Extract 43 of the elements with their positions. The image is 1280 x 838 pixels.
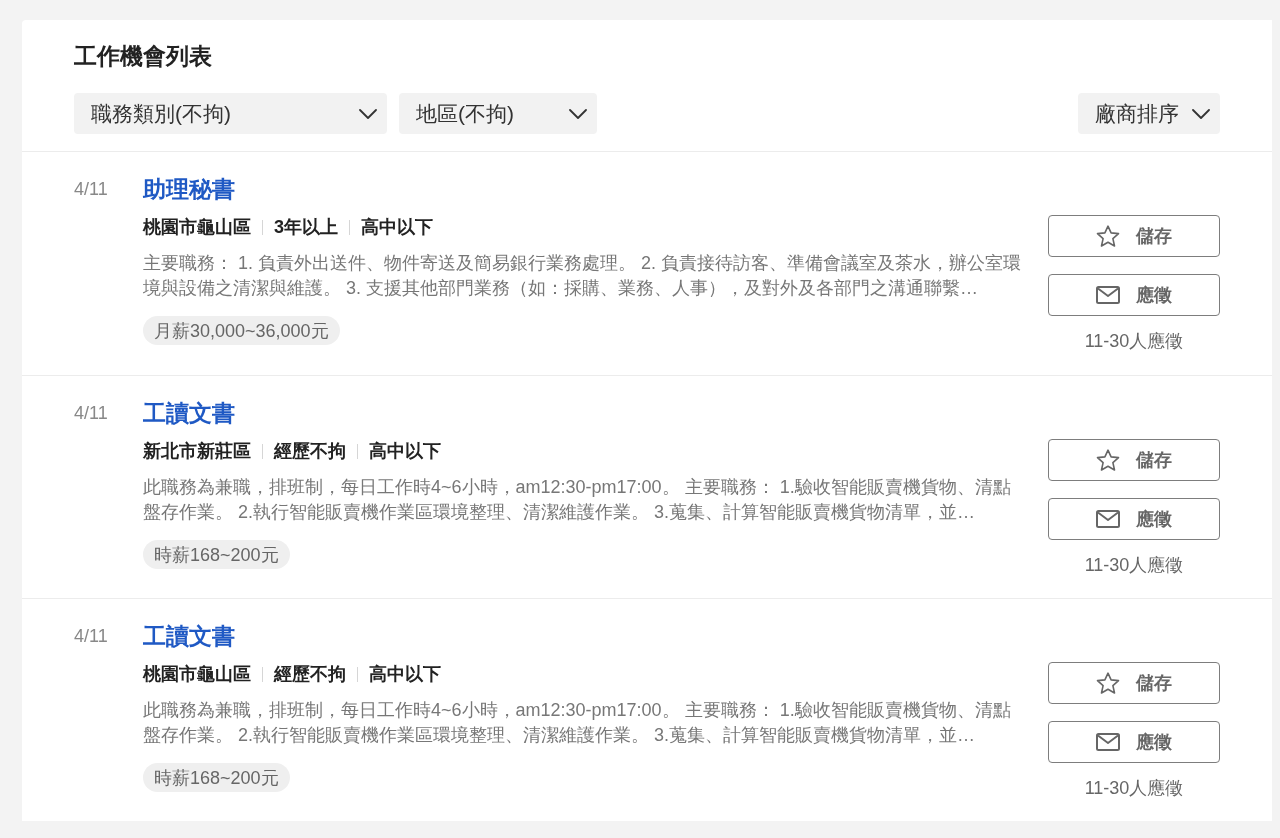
chevron-down-icon [1192, 108, 1210, 119]
post-date: 4/11 [74, 178, 109, 201]
chevron-down-icon [359, 108, 377, 119]
job-meta-text: 新北市新莊區 [143, 440, 251, 463]
job-title-link[interactable]: 助理秘書 [143, 174, 235, 204]
applicant-count: 11-30人應徵 [1084, 554, 1184, 576]
sort-dropdown[interactable]: 廠商排序 [1078, 93, 1220, 134]
job-meta-text: 桃園市龜山區 [143, 663, 251, 686]
post-date: 4/11 [74, 625, 109, 648]
star-icon [1096, 448, 1120, 472]
job-description: 此職務為兼職，排班制，每日工作時4~6小時，am12:30-pm17:00。 主要職務： 1.驗收智能販賣機貨物、清點盤存作業。 2.執行智能販賣機作業區環境整理、清潔維護作業。 3.蒐集、計算智能販賣機貨物清單，並… [143, 476, 1012, 524]
star-icon [1096, 224, 1120, 248]
chevron-down-icon [569, 108, 587, 119]
job-description: 主要職務： 1. 負責外出送件、物件寄送及簡易銀行業務處理。 2. 負責接待訪客、準備會議室及茶水，辦公室環境與設備之清潔與維護。 3. 支援其他部門業務（如：採購、業務、人事），及對外及各部門之溝通聯繫… [143, 252, 1023, 300]
star-icon [1096, 671, 1120, 695]
job-meta-text: 高中以下 [361, 216, 433, 239]
apply-button[interactable]: 應徵 [1048, 721, 1220, 763]
job-meta-text: 桃園市龜山區 [143, 216, 251, 239]
job-title-link[interactable]: 工讀文書 [143, 621, 235, 651]
job-meta-text: 3年以上 [274, 216, 338, 239]
save-button[interactable]: 儲存 [1048, 439, 1220, 481]
job-title-link[interactable]: 工讀文書 [143, 398, 235, 428]
applicant-count: 11-30人應徵 [1084, 777, 1184, 799]
apply-button[interactable]: 應徵 [1048, 498, 1220, 540]
salary-tag: 時薪168~200元 [143, 763, 290, 792]
mail-icon [1096, 510, 1120, 528]
apply-button[interactable]: 應徵 [1048, 274, 1220, 316]
filter-dropdown[interactable]: 職務類別(不拘) [74, 93, 387, 134]
job-meta-text: 經歷不拘 [274, 663, 346, 686]
salary-tag: 時薪168~200元 [143, 540, 290, 569]
job-description: 此職務為兼職，排班制，每日工作時4~6小時，am12:30-pm17:00。 主要職務： 1.驗收智能販賣機貨物、清點盤存作業。 2.執行智能販賣機作業區環境整理、清潔維護作業。 3.蒐集、計算智能販賣機貨物清單，並… [143, 699, 1012, 747]
save-button[interactable]: 儲存 [1048, 662, 1220, 704]
mail-icon [1096, 286, 1120, 304]
page-title: 工作機會列表 [74, 42, 213, 71]
job-meta-text: 高中以下 [369, 440, 441, 463]
mail-icon [1096, 733, 1120, 751]
applicant-count: 11-30人應徵 [1084, 330, 1184, 352]
post-date: 4/11 [74, 402, 109, 425]
salary-tag: 月薪30,000~36,000元 [143, 316, 340, 345]
save-button[interactable]: 儲存 [1048, 215, 1220, 257]
filter-dropdown[interactable]: 地區(不拘) [399, 93, 597, 134]
job-meta-text: 高中以下 [369, 663, 441, 686]
job-meta-text: 經歷不拘 [274, 440, 346, 463]
